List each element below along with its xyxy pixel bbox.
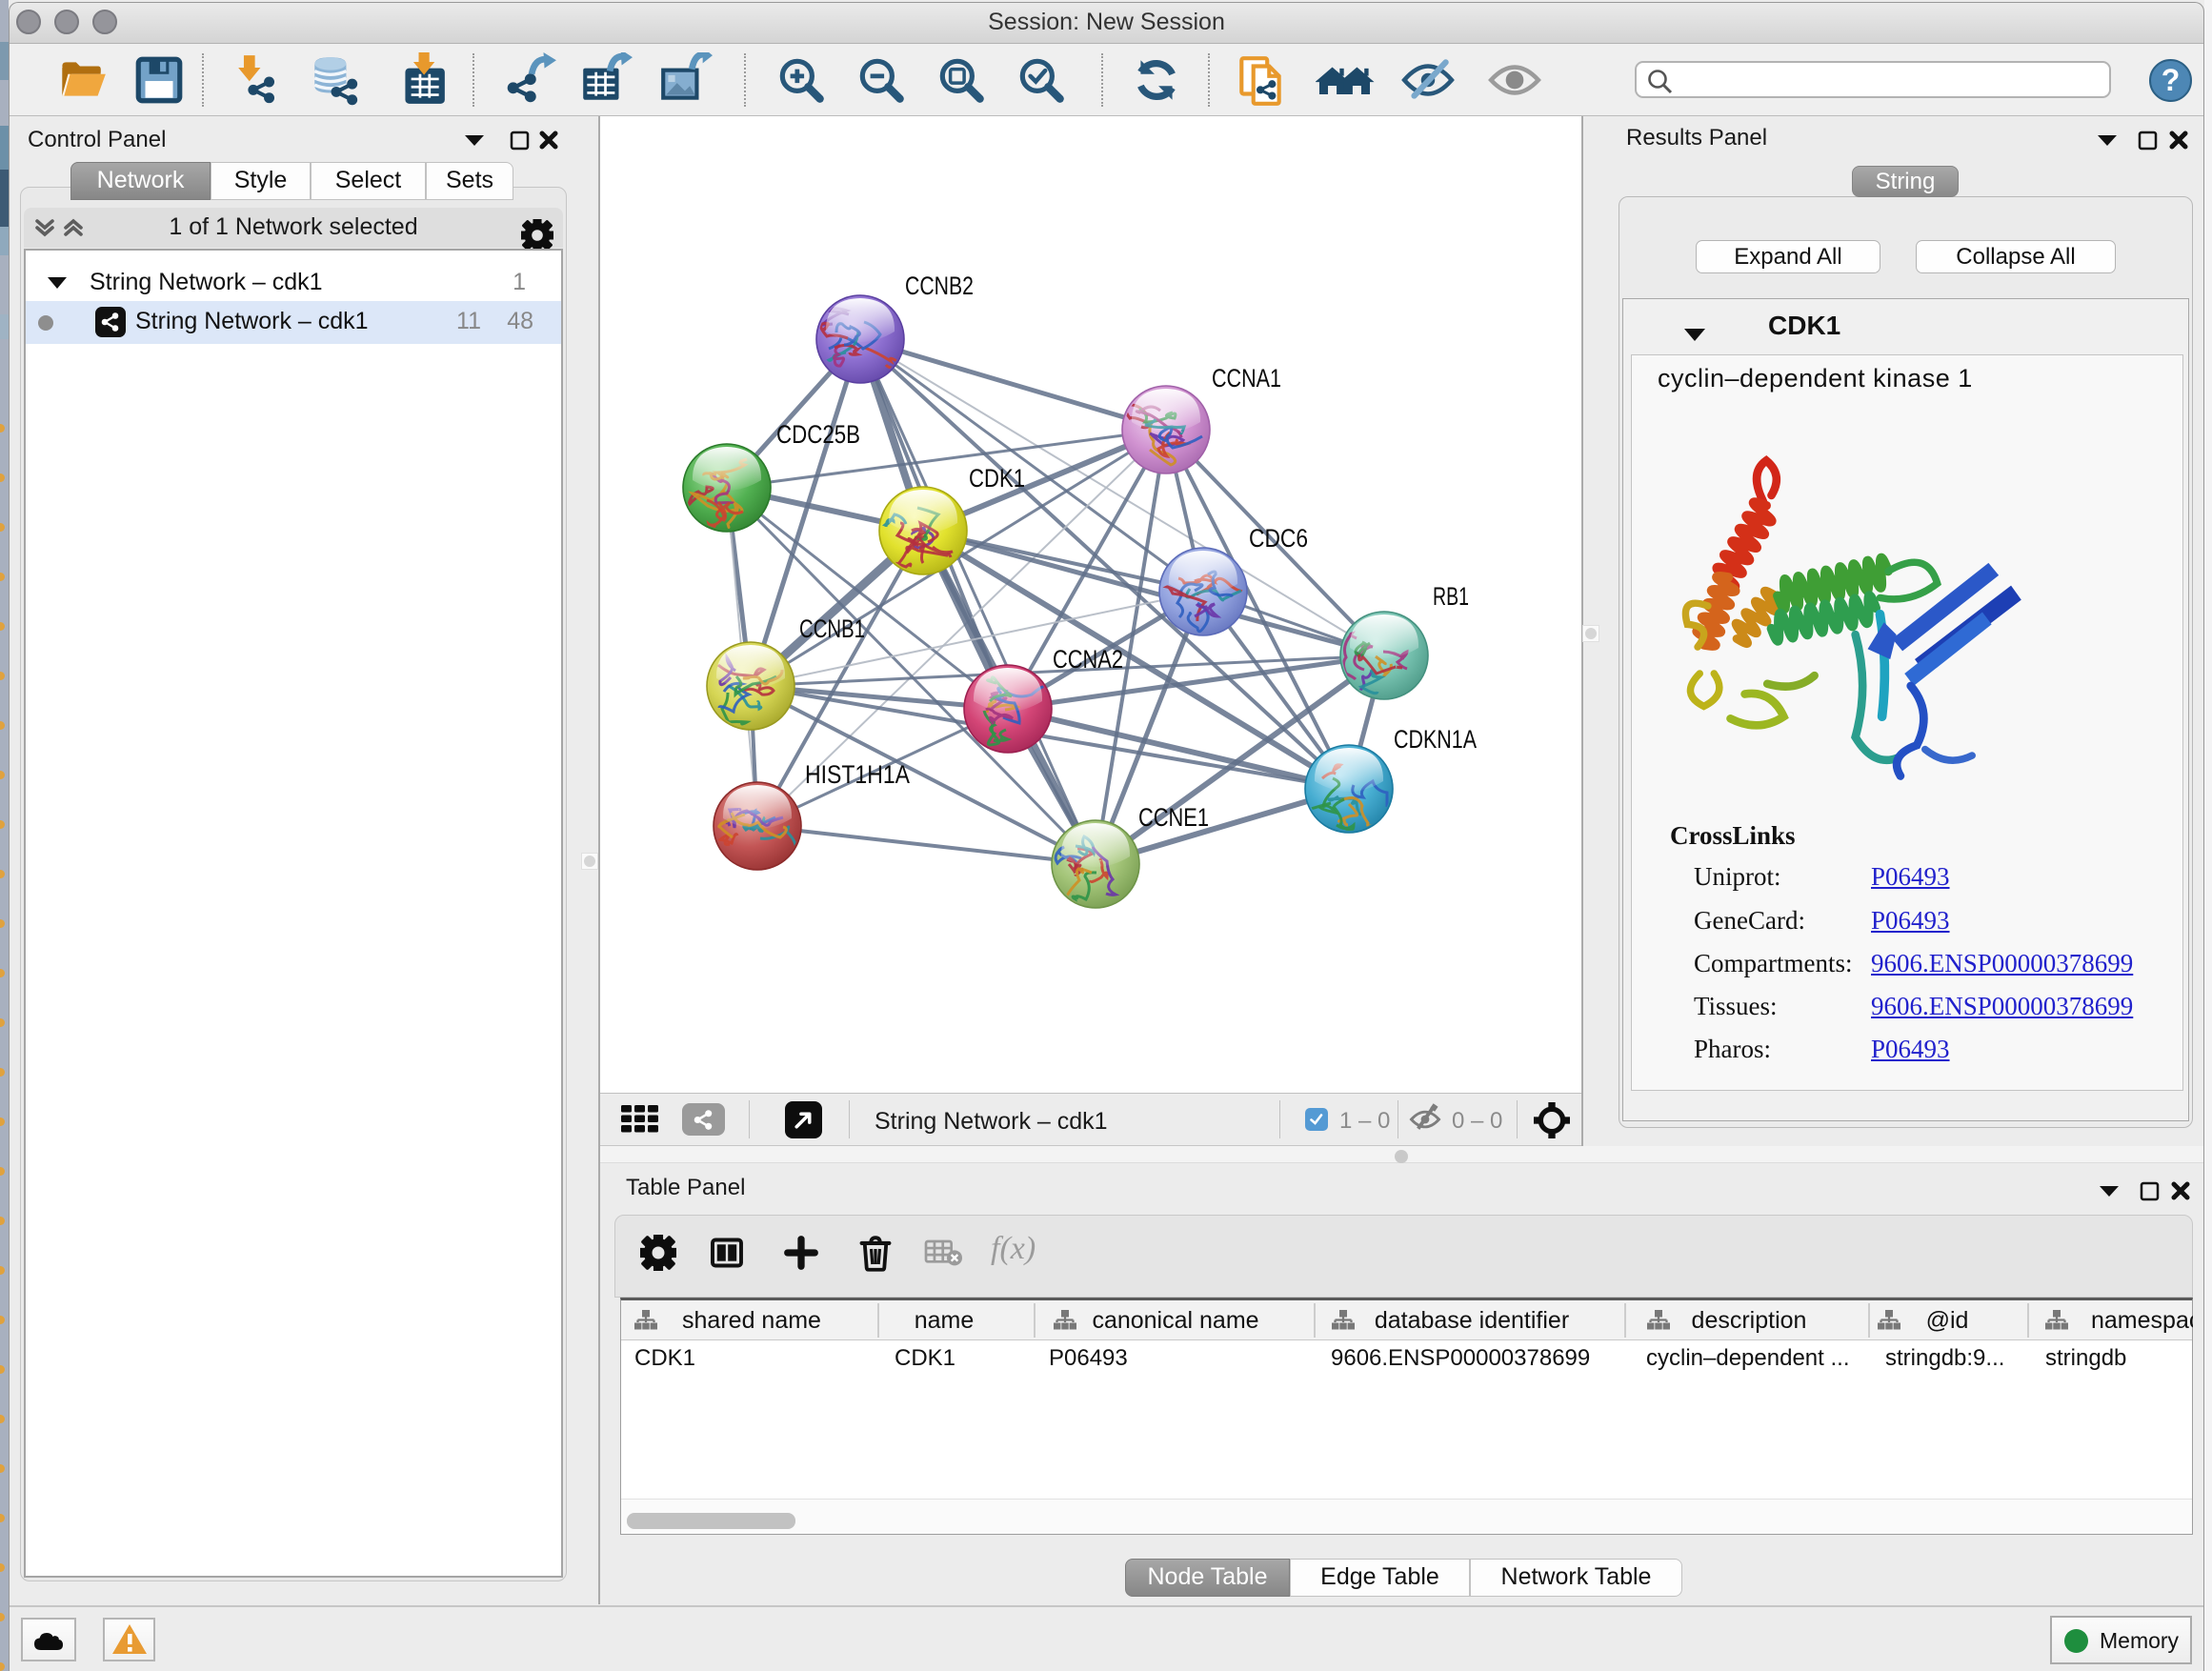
svg-text:CCNB1: CCNB1 [799, 614, 865, 643]
svg-text:CDKN1A: CDKN1A [1394, 725, 1477, 754]
svg-text:CDC6: CDC6 [1249, 524, 1308, 553]
svg-text:CDC25B: CDC25B [776, 420, 860, 449]
svg-text:HIST1H1A: HIST1H1A [805, 760, 910, 789]
svg-text:CCNB2: CCNB2 [905, 272, 974, 300]
svg-text:CCNA1: CCNA1 [1212, 364, 1281, 393]
svg-text:CDK1: CDK1 [969, 464, 1025, 493]
svg-text:CCNE1: CCNE1 [1138, 803, 1209, 832]
svg-text:CCNA2: CCNA2 [1053, 645, 1123, 674]
svg-text:RB1: RB1 [1433, 582, 1469, 611]
